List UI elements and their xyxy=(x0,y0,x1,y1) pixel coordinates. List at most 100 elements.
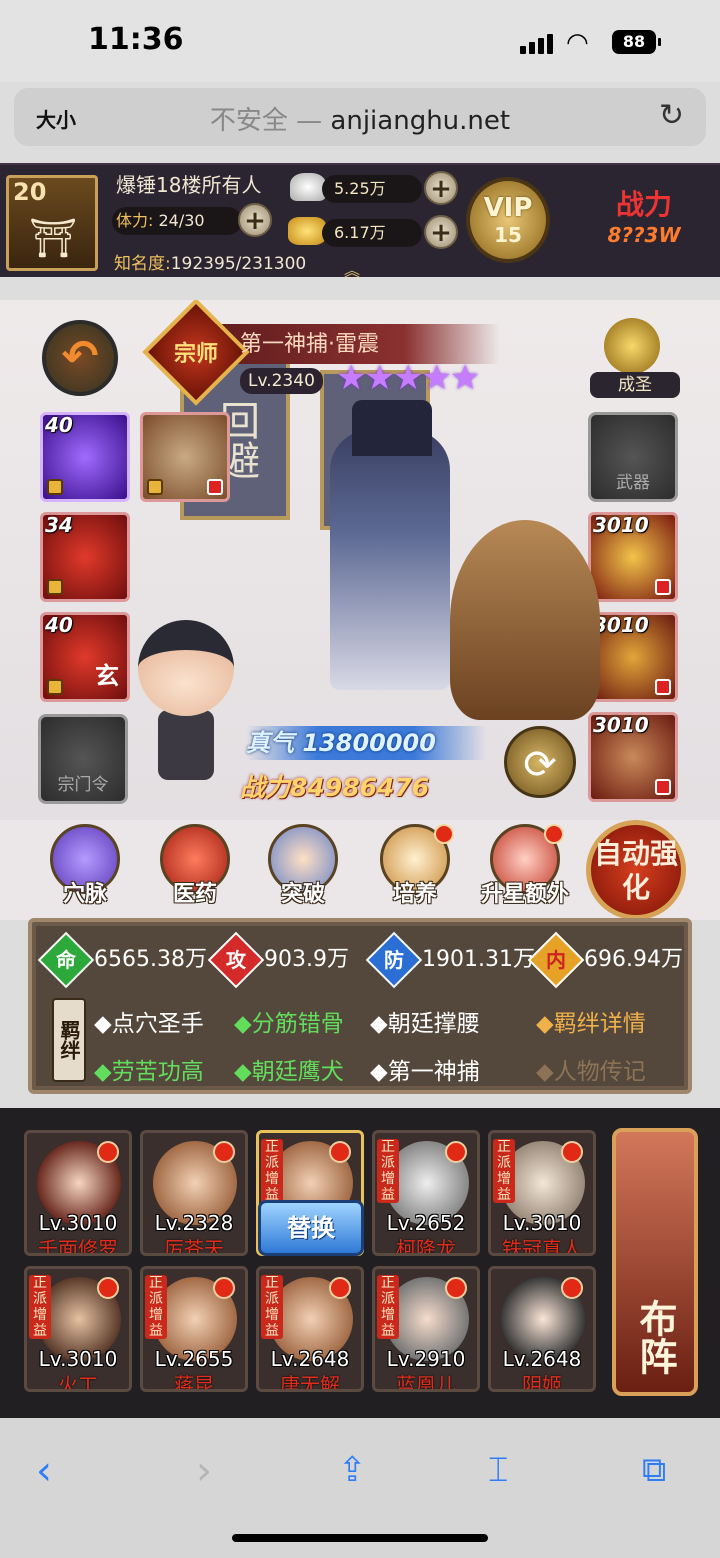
notification-dot xyxy=(544,824,564,844)
fame-label: 知名度: xyxy=(114,254,171,274)
roster-level: Lv.3010 xyxy=(38,1211,118,1235)
status-bar: 11:36 ◠ 88 xyxy=(0,0,720,82)
roster-card[interactable]: Lv.3010 千面修罗 xyxy=(24,1130,132,1256)
notification-dot xyxy=(445,1277,467,1299)
hero-rank: 宗师 xyxy=(173,342,218,367)
forward-icon[interactable]: › xyxy=(196,1448,212,1494)
roster-name: 蓝凰儿 xyxy=(396,1373,456,1392)
gold-value: 6.17万 xyxy=(322,219,422,247)
roster-name: 火工 xyxy=(58,1373,98,1392)
faction-tag: 正派增益 xyxy=(261,1139,283,1203)
bookmarks-icon[interactable]: ⌶ xyxy=(488,1450,508,1490)
equip-slot-accessory[interactable]: 3010 xyxy=(588,612,678,702)
url-text: anjianghu.net xyxy=(330,106,511,136)
skill-tag: 玄 xyxy=(95,662,119,690)
temple-icon: ⛩ xyxy=(29,216,78,260)
skill-level: 40 xyxy=(45,413,73,437)
notification-dot xyxy=(561,1141,583,1163)
add-gold-button[interactable]: + xyxy=(424,215,458,249)
sect-token-label: 宗门令 xyxy=(57,775,109,795)
formation-button[interactable]: 布阵 xyxy=(612,1128,698,1396)
equip-slot-armor[interactable]: 3010 xyxy=(588,512,678,602)
add-stamina-button[interactable]: + xyxy=(238,203,272,237)
share-icon[interactable]: ⇪ xyxy=(338,1450,367,1490)
hero-portrait[interactable] xyxy=(240,400,600,730)
equip-level: 3010 xyxy=(593,613,649,637)
action-medicine[interactable]: 医药 xyxy=(150,824,240,908)
weapon-slot[interactable]: 武器 xyxy=(588,412,678,502)
roster-card[interactable]: 正派增益 Lv.2648 唐无解 xyxy=(256,1266,364,1392)
biography-link[interactable]: ◆人物传记 xyxy=(536,1052,646,1086)
skill-corner-icon xyxy=(47,679,63,695)
back-button[interactable]: ↶ xyxy=(42,320,118,396)
roster-card[interactable]: 正派增益 Lv.3010 火工 xyxy=(24,1266,132,1392)
faction-tag: 正派增益 xyxy=(377,1139,399,1203)
skill-level: 34 xyxy=(45,513,73,537)
skill-slot-2[interactable]: 34 xyxy=(40,512,130,602)
chengsheng-button[interactable]: 成圣 xyxy=(590,372,680,398)
vip-badge[interactable]: VIP 15 xyxy=(466,177,550,263)
cellular-signal-icon xyxy=(520,32,556,54)
sage-statue-icon[interactable] xyxy=(604,318,660,374)
life-badge-text: 命 xyxy=(56,948,76,972)
action-meridian[interactable]: 穴脉 xyxy=(40,824,130,908)
roster-card[interactable]: 正派增益 Lv.2655 蒋昆 xyxy=(140,1266,248,1392)
life-badge-icon: 命 xyxy=(37,931,95,989)
equip-red-corner-icon xyxy=(655,679,671,695)
stat-life: 命 6565.38万 xyxy=(37,931,207,989)
roster-name: 柯降龙 xyxy=(396,1237,456,1256)
player-info-bar: 20 ⛩ 爆锤18楼所有人 体力: 24/30 + 知名度:192395/231… xyxy=(0,163,720,280)
bond-item-active: ◆朝廷鹰犬 xyxy=(234,1059,344,1085)
stats-panel: 命 6565.38万 攻 903.9万 防 1901.31万 内 696.94万 羁绊 … xyxy=(28,918,692,1094)
back-icon[interactable]: ‹ xyxy=(36,1448,52,1494)
bond-detail-link[interactable]: ◆羁绊详情 xyxy=(536,1004,646,1038)
url-display[interactable]: 不安全 — anjianghu.net xyxy=(14,100,706,137)
stamina-display: 体力: 24/30 xyxy=(112,207,242,235)
replace-button[interactable]: 替换 xyxy=(258,1200,364,1256)
skill-slot-1[interactable]: 40 xyxy=(40,412,130,502)
bond-item-active: ◆劳苦功高 xyxy=(94,1059,204,1085)
skill-corner-icon xyxy=(47,479,63,495)
clock: 11:36 xyxy=(88,22,184,57)
power-label: 战力 xyxy=(615,188,672,221)
chevron-up-icon[interactable]: ︽ xyxy=(344,257,360,281)
roster-level: Lv.2648 xyxy=(270,1347,350,1371)
power-value: 8??3W xyxy=(607,223,681,247)
action-label: 穴脉 xyxy=(62,882,107,907)
stat-inner: 内 696.94万 xyxy=(527,931,683,989)
roster-card[interactable]: 正派增益 Lv.3010 铁冠真人 xyxy=(488,1130,596,1256)
roster-name: 厉苍天 xyxy=(164,1237,224,1256)
auto-strengthen-button[interactable]: 自动强化 xyxy=(586,820,686,920)
stat-defense: 防 1901.31万 xyxy=(365,931,535,989)
hero-power-label: 战力 xyxy=(240,773,291,802)
player-avatar[interactable]: 20 ⛩ xyxy=(6,175,98,271)
roster-level: Lv.2652 xyxy=(386,1211,466,1235)
roster-card[interactable]: 正派增益 Lv.2652 柯降龙 xyxy=(372,1130,480,1256)
roster-card[interactable]: 正派增益 Lv.2910 蓝凰儿 xyxy=(372,1266,480,1392)
defense-badge-icon: 防 xyxy=(365,931,423,989)
action-cultivate[interactable]: 培养 xyxy=(370,824,460,908)
faction-tag: 正派增益 xyxy=(493,1139,515,1203)
attack-badge-icon: 攻 xyxy=(207,931,265,989)
roster-level: Lv.2910 xyxy=(386,1347,466,1371)
roster-card[interactable]: Lv.2328 厉苍天 xyxy=(140,1130,248,1256)
reload-icon[interactable]: ↻ xyxy=(659,98,684,133)
notification-dot xyxy=(329,1277,351,1299)
add-silver-button[interactable]: + xyxy=(424,171,458,205)
notification-dot xyxy=(434,824,454,844)
swap-hero-button[interactable]: ⟳ xyxy=(504,726,576,798)
equip-level: 3010 xyxy=(593,713,649,737)
action-breakthrough[interactable]: 突破 xyxy=(258,824,348,908)
skill-slot-3[interactable]: 40 玄 xyxy=(40,612,130,702)
inner-badge-text: 内 xyxy=(546,948,566,972)
total-power: 战力 8??3W xyxy=(574,183,714,263)
tabs-icon[interactable]: ⧉ xyxy=(642,1450,666,1490)
master-slot[interactable] xyxy=(140,412,230,502)
deer-mount-figure xyxy=(450,520,600,720)
address-bar[interactable]: 大小 不安全 — anjianghu.net ↻ xyxy=(14,88,706,146)
roster-card[interactable]: Lv.2648 阴姬 xyxy=(488,1266,596,1392)
equip-slot-mount[interactable]: 3010 xyxy=(588,712,678,802)
sect-token-slot[interactable]: 宗门令 xyxy=(38,714,128,804)
security-warning: 不安全 — xyxy=(209,106,331,136)
action-star-up[interactable]: 升星额外 xyxy=(480,824,570,908)
